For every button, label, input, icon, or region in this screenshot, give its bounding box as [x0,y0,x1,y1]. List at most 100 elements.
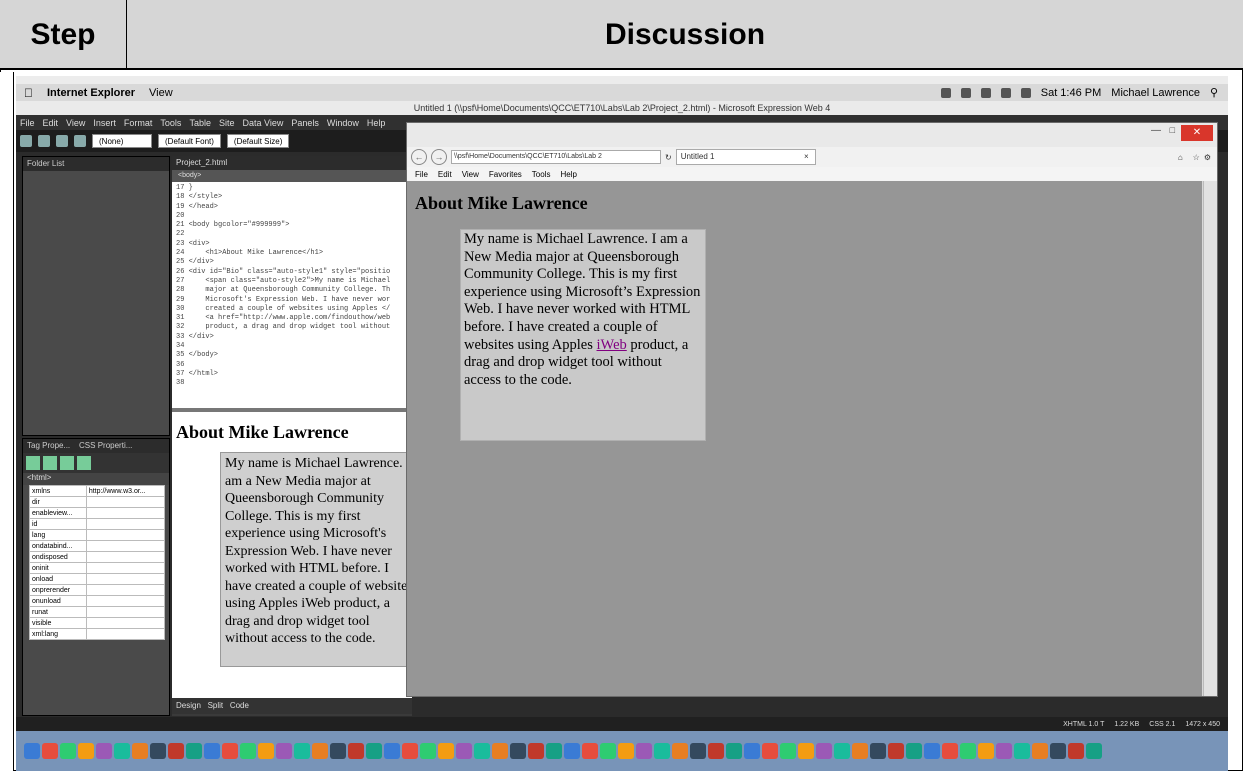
show-set-icon[interactable] [60,456,74,470]
address-bar[interactable]: \\psf\Home\Documents\QCC\ET710\Labs\Lab … [451,150,661,164]
code-line[interactable]: 22 [176,230,408,239]
save-icon[interactable] [56,135,68,147]
app-name[interactable]: Internet Explorer [47,87,135,99]
code-line[interactable]: 29 Microsoft's Expression Web. I have ne… [176,296,408,305]
code-line[interactable]: 37 </html> [176,370,408,379]
dock-app-icon[interactable] [366,743,382,759]
iweb-link[interactable]: iWeb [597,337,627,353]
property-value[interactable] [85,529,166,541]
property-row[interactable]: enableview... [29,507,166,519]
tab-tag-properties[interactable]: Tag Prope... [27,441,70,450]
refresh-icon[interactable]: ↻ [665,153,672,162]
code-view[interactable]: 17 } 18 </style> 19 </head> 20 21 <body bgco… [172,182,412,408]
close-icon[interactable]: ✕ [1181,125,1213,141]
property-value[interactable] [85,617,166,629]
dock-app-icon[interactable] [42,743,58,759]
dock-app-icon[interactable] [204,743,220,759]
dock-app-icon[interactable] [708,743,724,759]
dock-app-icon[interactable] [474,743,490,759]
property-row[interactable]: ondisposed [29,551,166,563]
tab-split[interactable]: Split [208,701,224,710]
property-value[interactable] [85,595,166,607]
menu-panels[interactable]: Panels [291,118,319,128]
status-icon[interactable] [960,87,971,98]
tab-untitled-1[interactable]: Untitled 1 × [675,149,816,165]
dock-app-icon[interactable] [294,743,310,759]
property-row[interactable]: onprerender [29,584,166,596]
property-value[interactable] [85,518,166,530]
property-row[interactable]: ondatabind... [29,540,166,552]
tab-code[interactable]: Code [230,701,249,710]
property-row[interactable]: xml:lang [29,628,166,640]
dock-app-icon[interactable] [870,743,886,759]
menu-tools[interactable]: Tools [160,118,181,128]
property-value[interactable] [85,606,166,618]
settings-gear-icon[interactable]: ⚙ [1204,153,1217,162]
wifi-icon[interactable] [1000,87,1011,98]
property-row[interactable]: visible [29,617,166,629]
property-value[interactable] [85,496,166,508]
dock-app-icon[interactable] [420,743,436,759]
doctype-status[interactable]: XHTML 1.0 T [1063,721,1104,728]
tab-close-icon[interactable]: × [804,150,809,164]
dock-app-icon[interactable] [924,743,940,759]
favorites-icon[interactable]: ☆ [1193,153,1200,162]
dock-app-icon[interactable] [546,743,562,759]
dock-app-icon[interactable] [384,743,400,759]
code-line[interactable]: 20 [176,212,408,221]
maximize-icon[interactable]: □ [1170,125,1175,135]
home-icon[interactable]: ⌂ [1178,153,1189,162]
dock-app-icon[interactable] [312,743,328,759]
ie-menu-help[interactable]: Help [560,170,576,179]
code-line[interactable]: 34 [176,342,408,351]
dock-app-icon[interactable] [1068,743,1084,759]
dock-app-icon[interactable] [330,743,346,759]
dock-app-icon[interactable] [798,743,814,759]
status-icon[interactable] [940,87,951,98]
minimize-icon[interactable]: — [1151,125,1161,136]
dock-app-icon[interactable] [888,743,904,759]
menu-edit[interactable]: Edit [43,118,59,128]
dock-app-icon[interactable] [654,743,670,759]
tab-design[interactable]: Design [176,701,201,710]
dock-app-icon[interactable] [114,743,130,759]
code-line[interactable]: 26 <div id="Bio" class="auto-style1" sty… [176,268,408,277]
dock-app-icon[interactable] [834,743,850,759]
dock-app-icon[interactable] [942,743,958,759]
dock-app-icon[interactable] [222,743,238,759]
dock-app-icon[interactable] [510,743,526,759]
dimensions-status[interactable]: 1472 x 450 [1185,721,1220,728]
properties-icon[interactable] [77,456,91,470]
code-line[interactable]: 31 <a href="http://www.apple.com/findout… [176,314,408,323]
property-row[interactable]: oninit [29,562,166,574]
dock-app-icon[interactable] [978,743,994,759]
dock-app-icon[interactable] [600,743,616,759]
menu-view[interactable]: View [66,118,85,128]
tab-css-properties[interactable]: CSS Properti... [79,441,132,450]
ie-menu-file[interactable]: File [415,170,428,179]
dock-app-icon[interactable] [186,743,202,759]
dock-app-icon[interactable] [492,743,508,759]
dock-app-icon[interactable] [150,743,166,759]
dock-app-icon[interactable] [996,743,1012,759]
code-line[interactable]: 25 </div> [176,258,408,267]
dock-app-icon[interactable] [906,743,922,759]
dock-app-icon[interactable] [60,743,76,759]
menu-table[interactable]: Table [189,118,211,128]
dock-app-icon[interactable] [960,743,976,759]
code-line[interactable]: 32 product, a drag and drop widget tool … [176,323,408,332]
property-value[interactable] [85,584,166,596]
new-page-icon[interactable] [20,135,32,147]
spotlight-search-icon[interactable]: ⚲ [1210,86,1218,99]
dock-app-icon[interactable] [816,743,832,759]
dock-app-icon[interactable] [96,743,112,759]
code-line[interactable]: 38 [176,379,408,388]
property-value[interactable] [85,628,166,640]
code-line[interactable]: 21 <body bgcolor="#999999"> [176,221,408,230]
code-line[interactable]: 17 } [176,184,408,193]
dock-app-icon[interactable] [438,743,454,759]
menu-site[interactable]: Site [219,118,235,128]
design-bio-box[interactable]: My name is Michael Lawrence. I am a New … [220,452,420,667]
dock-app-icon[interactable] [1050,743,1066,759]
code-line[interactable]: 28 major at Queensborough Community Coll… [176,286,408,295]
